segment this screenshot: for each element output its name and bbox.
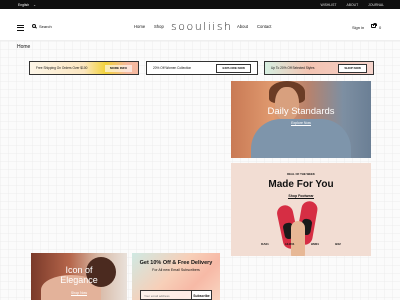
chevron-down-icon: ⌄: [33, 2, 36, 7]
made-for-you-card[interactable]: DEAL OF THE WEEK Made For You Shop Footw…: [231, 163, 371, 256]
deal-kicker: DEAL OF THE WEEK: [287, 172, 315, 176]
email-input[interactable]: Your email address: [140, 290, 192, 300]
nav-home[interactable]: Home: [134, 24, 145, 29]
promo-banner-shipping[interactable]: Free Shipping On Orders Over $100 MORE I…: [29, 61, 139, 75]
nav-contact[interactable]: Contact: [257, 24, 271, 29]
topbar-link-wishlist[interactable]: WISHLIST: [320, 3, 336, 7]
newsletter-card: Get 10% Off & Free Delivery For All new …: [132, 253, 220, 300]
promo-text: Free Shipping On Orders Over $100: [36, 66, 88, 70]
shop-footwear-link[interactable]: Shop Footwear: [231, 194, 371, 199]
brand-logo[interactable]: soouliish: [171, 20, 233, 33]
search-button[interactable]: Search: [32, 24, 52, 29]
card-title: Made For You: [268, 179, 334, 190]
newsletter-title: Get 10% Off & Free Delivery: [139, 260, 213, 266]
nav-shop[interactable]: Shop: [154, 24, 164, 29]
nav-about[interactable]: About: [237, 24, 248, 29]
site-header: Search Home Shop soouliish About Contact…: [0, 9, 400, 41]
search-icon: [32, 24, 36, 28]
promo-cta-button[interactable]: SHOP NOW: [338, 63, 367, 73]
hamburger-icon[interactable]: [17, 25, 24, 32]
hand-image: [291, 221, 305, 256]
card-title: Daily Standards: [267, 106, 335, 117]
cart-count: 0: [379, 24, 382, 30]
size-option[interactable]: HM01: [311, 242, 319, 246]
shop-now-link[interactable]: Shop Now: [31, 291, 127, 296]
newsletter-subtitle: For All new Email Subscribers: [152, 268, 200, 272]
icon-of-elegance-card[interactable]: Icon of Elegance Shop Now: [31, 253, 127, 300]
language-selector[interactable]: English ⌄: [18, 3, 36, 7]
daily-standards-card[interactable]: Daily Standards Explore Now: [231, 81, 371, 158]
topbar-link-journal[interactable]: JOURNAL: [368, 3, 384, 7]
size-option[interactable]: HH201: [285, 242, 294, 246]
promo-banner-sale[interactable]: Up To 20% Off Selected Styles SHOP NOW: [264, 61, 374, 75]
cart-icon[interactable]: [371, 22, 377, 28]
size-option[interactable]: B02: [335, 242, 341, 246]
search-label: Search: [39, 23, 52, 29]
promo-cta-button[interactable]: EXPLORE NOW: [216, 63, 251, 73]
promo-banner-women[interactable]: 20% Off Women Collection EXPLORE NOW: [146, 61, 258, 75]
size-option[interactable]: DA01: [261, 242, 269, 246]
promo-cta-button[interactable]: MORE INFO: [105, 64, 132, 72]
subscribe-button[interactable]: Subscribe: [192, 290, 212, 300]
breadcrumb[interactable]: Home: [17, 44, 30, 50]
size-list: DA01 HH201 HM01 B02: [231, 242, 371, 246]
topbar-link-about[interactable]: ABOUT: [346, 3, 358, 7]
card-title: Icon of Elegance: [60, 265, 98, 285]
top-bar: English ⌄ WISHLIST ABOUT JOURNAL: [0, 0, 400, 9]
promo-text: Up To 20% Off Selected Styles: [271, 66, 315, 70]
promo-text: 20% Off Women Collection: [153, 66, 192, 70]
language-label: English: [18, 2, 30, 7]
sign-in-link[interactable]: Sign in: [352, 25, 364, 30]
explore-now-link[interactable]: Explore Now: [231, 121, 371, 126]
